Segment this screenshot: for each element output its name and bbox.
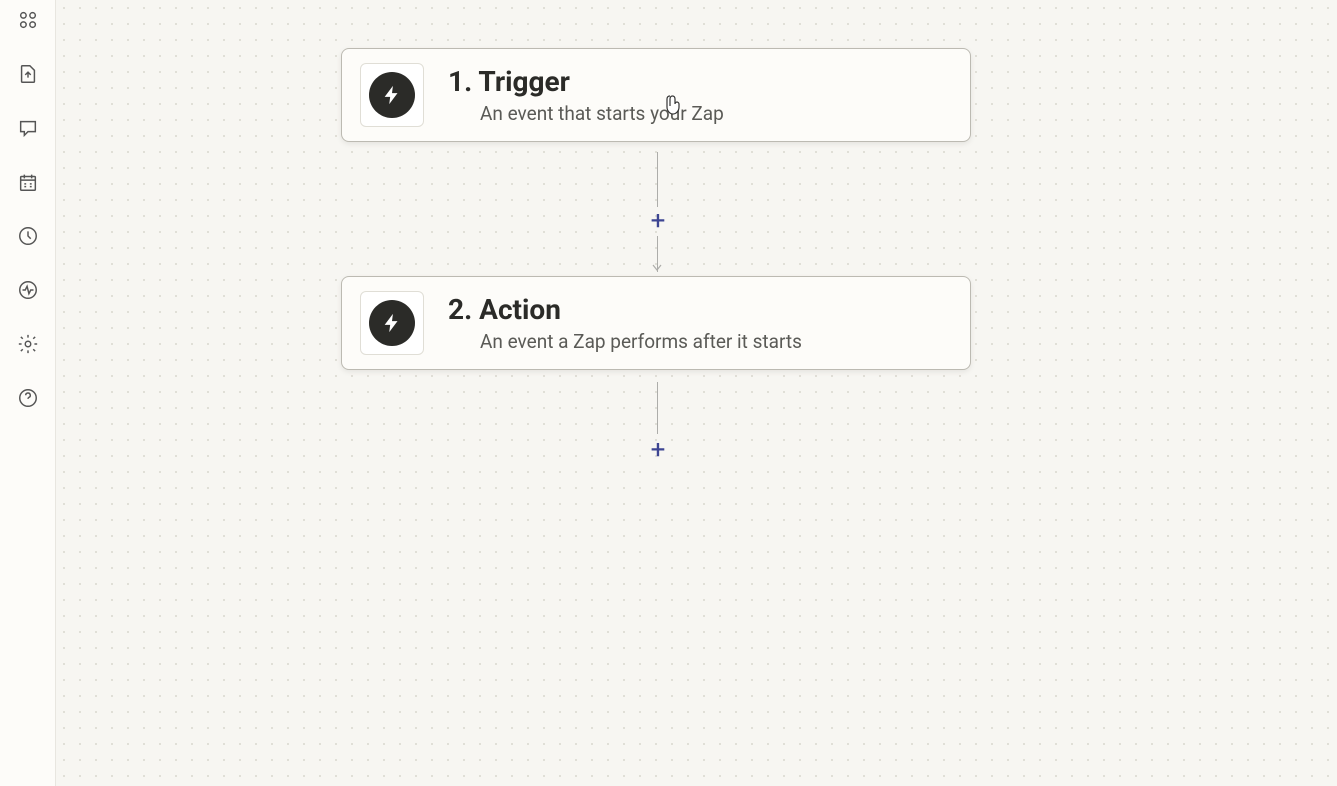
settings-icon[interactable] [16,332,40,356]
bolt-icon [369,300,415,346]
workflow-canvas[interactable]: 1. Trigger An event that starts your Zap… [56,0,1337,786]
add-step-button[interactable]: + [646,438,670,462]
add-step-button[interactable]: + [646,209,670,233]
trigger-step-card[interactable]: 1. Trigger An event that starts your Zap [341,48,971,142]
step-title: 1. Trigger [448,65,724,98]
connector-line [657,382,658,434]
step-text: 2. Action An event a Zap performs after … [448,293,802,353]
step-title: 2. Action [448,293,802,326]
step-icon-box [360,291,424,355]
step-icon-box [360,63,424,127]
calendar-icon[interactable] [16,170,40,194]
bolt-icon [369,72,415,118]
step-text: 1. Trigger An event that starts your Zap [448,65,724,125]
step-subtitle: An event a Zap performs after it starts [448,330,802,353]
help-icon[interactable] [16,386,40,410]
sidebar [0,0,56,786]
action-step-card[interactable]: 2. Action An event a Zap performs after … [341,276,971,370]
activity-icon[interactable] [16,278,40,302]
comment-icon[interactable] [16,116,40,140]
connector-line [657,152,658,207]
step-subtitle: An event that starts your Zap [448,102,724,125]
apps-icon[interactable] [16,8,40,32]
history-icon[interactable] [16,224,40,248]
import-icon[interactable] [16,62,40,86]
arrow-down-icon [652,262,662,272]
